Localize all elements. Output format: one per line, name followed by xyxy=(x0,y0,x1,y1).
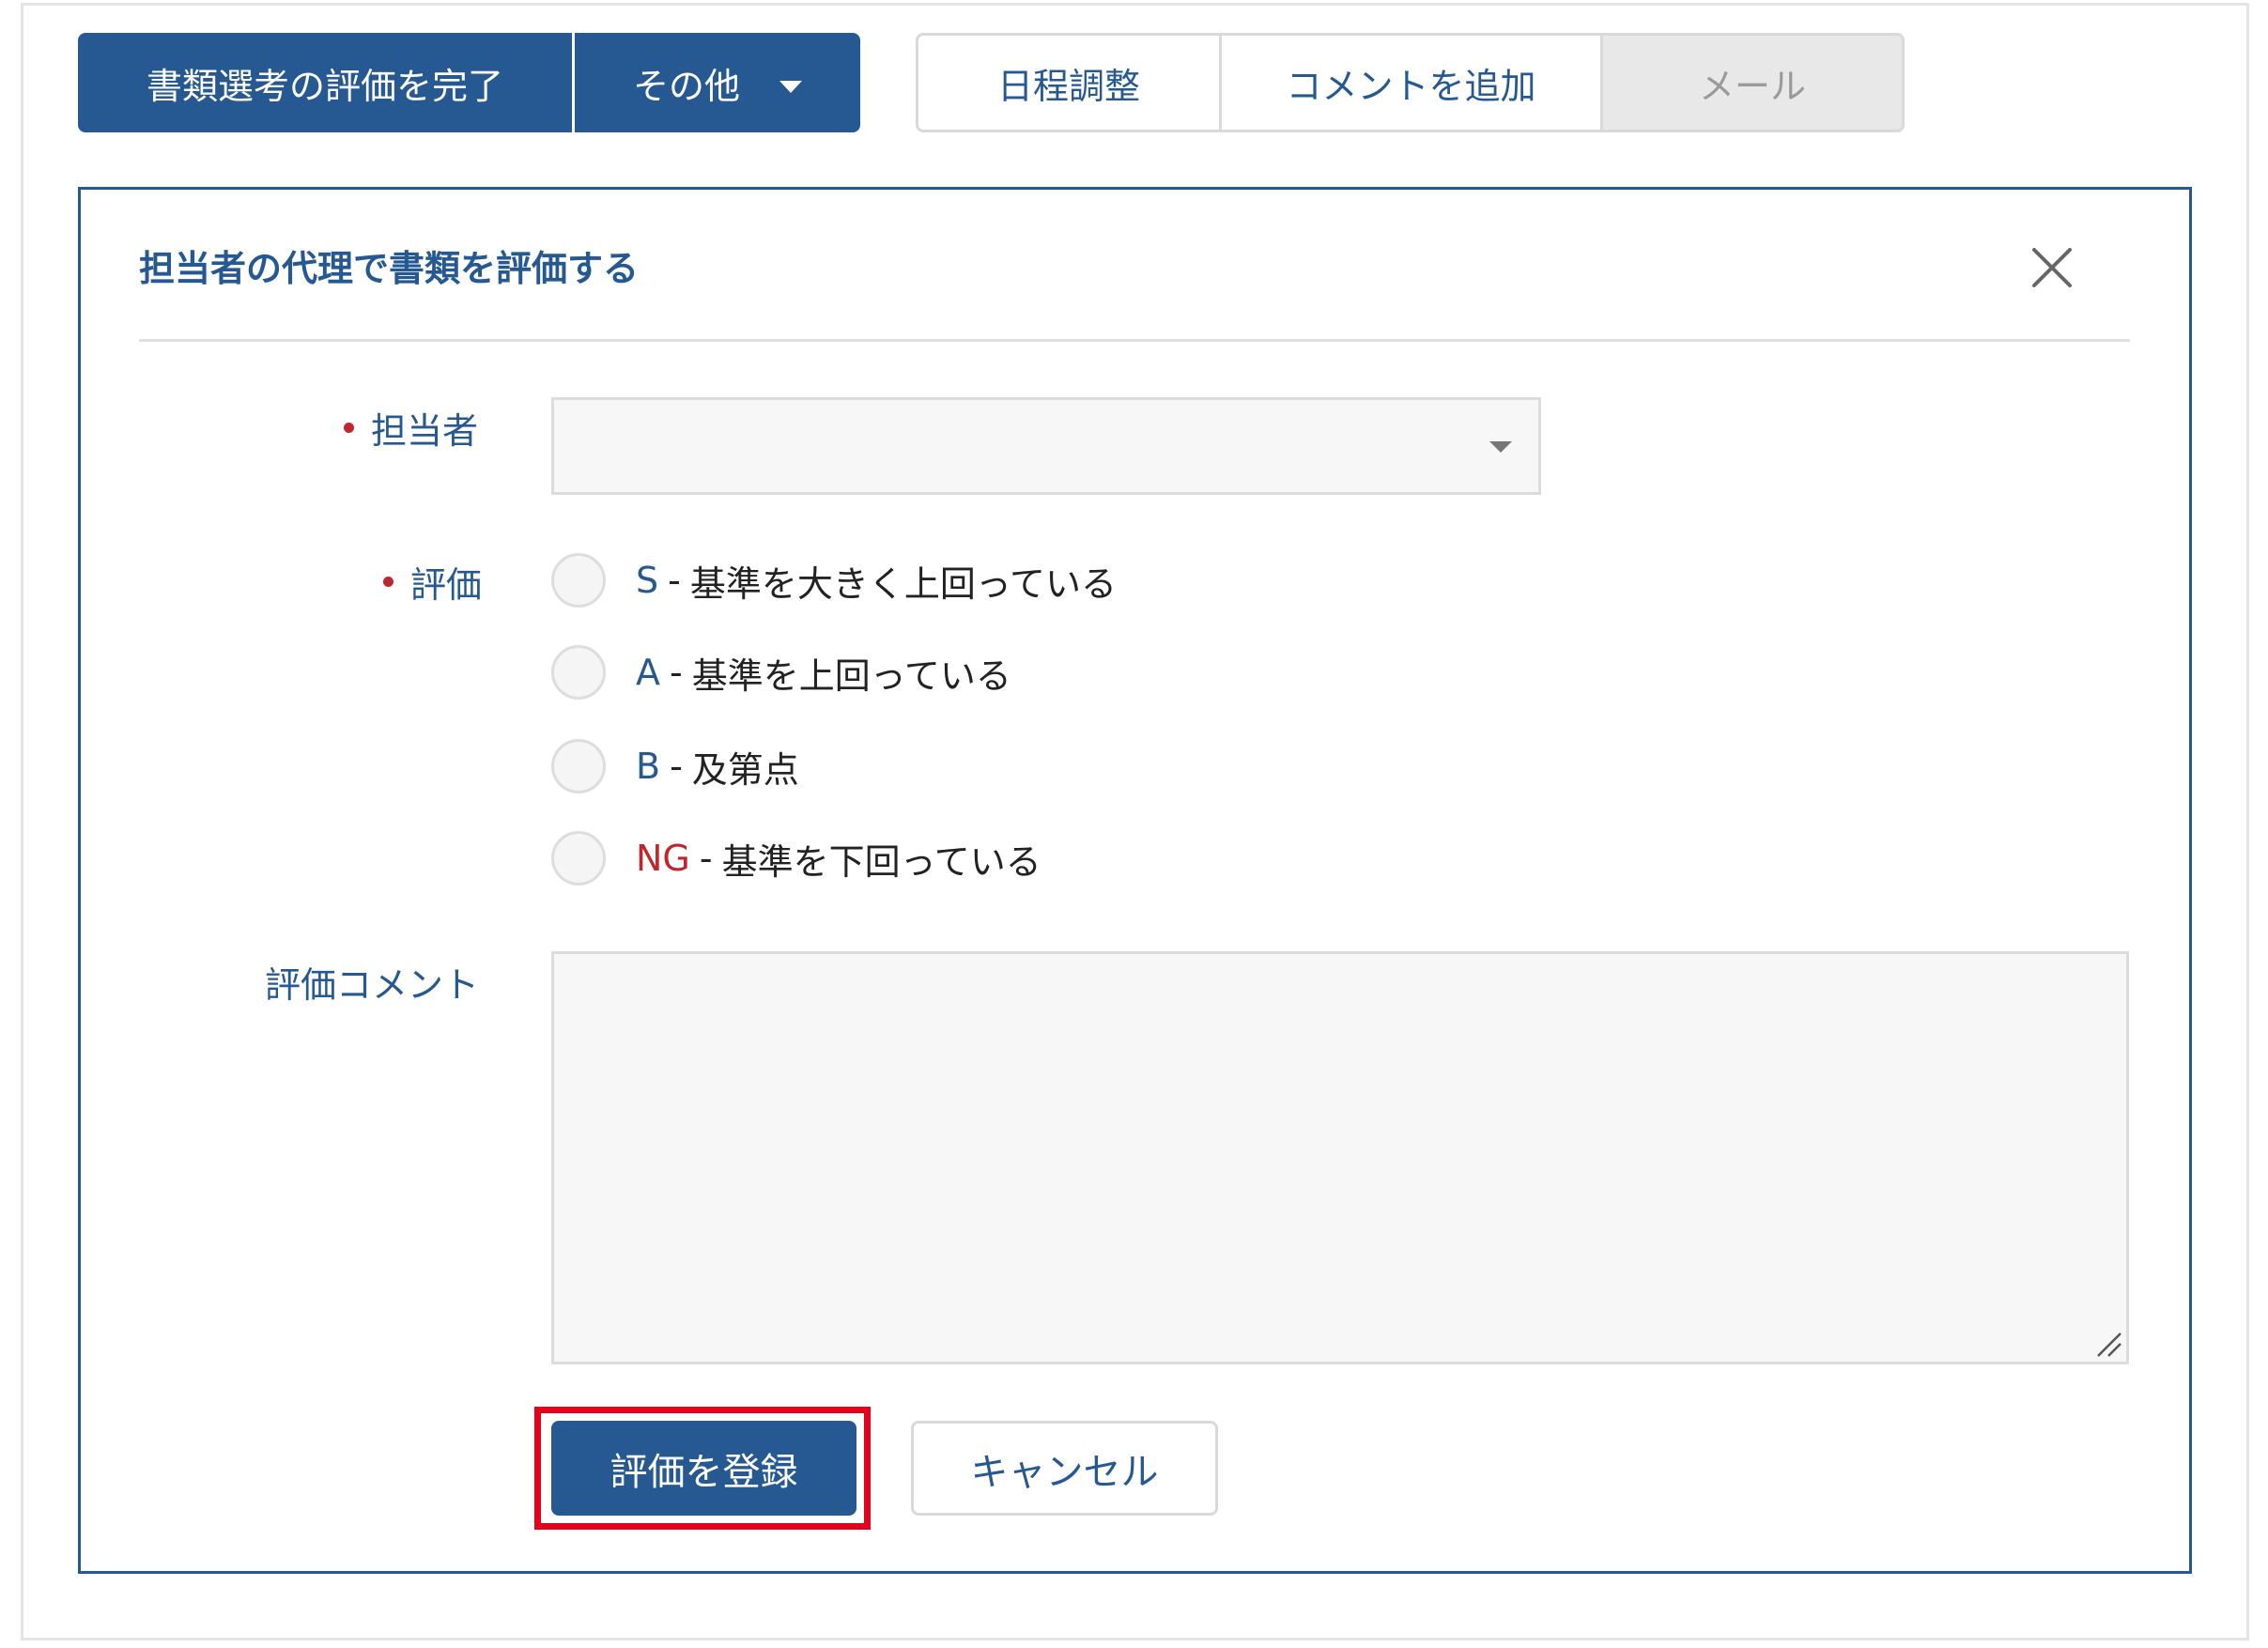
panel-title: 担当者の代理で書類を評価する xyxy=(139,248,640,289)
grade-description: 及第点 xyxy=(691,748,799,791)
assignee-label: 担当者 xyxy=(371,410,479,452)
grade-code: A xyxy=(636,652,660,693)
rating-option-s[interactable]: S - 基準を大きく上回っている xyxy=(551,550,1117,610)
radio-button-ng[interactable] xyxy=(551,831,606,886)
chevron-down-icon xyxy=(779,80,802,93)
radio-button-s[interactable] xyxy=(551,553,606,608)
proxy-evaluation-panel xyxy=(78,187,2192,1574)
chevron-down-icon xyxy=(1489,441,1512,453)
mail-label: メール xyxy=(1698,65,1806,107)
grade-code: NG xyxy=(636,838,690,879)
cancel-label: キャンセル xyxy=(970,1450,1159,1494)
other-dropdown-button[interactable]: その他 xyxy=(575,33,860,132)
mail-button[interactable]: メール xyxy=(1603,36,1902,130)
grade-description: 基準を上回っている xyxy=(691,655,1011,697)
complete-screening-button[interactable]: 書類選考の評価を完了 xyxy=(78,33,575,132)
grade-separator: - xyxy=(668,560,681,601)
assignee-select[interactable] xyxy=(551,397,1541,495)
schedule-button[interactable]: 日程調整 xyxy=(918,36,1222,130)
assignee-field-label: 担当者 xyxy=(344,402,478,454)
radio-button-b[interactable] xyxy=(551,739,606,793)
grade-code: B xyxy=(636,746,661,787)
grade-separator: - xyxy=(670,746,683,787)
grade-separator: - xyxy=(670,652,683,693)
required-indicator xyxy=(383,577,393,587)
grade-code: S xyxy=(636,560,659,601)
grade-description: 基準を下回っている xyxy=(721,840,1041,883)
resize-handle-icon[interactable] xyxy=(2092,1328,2122,1358)
add-comment-label: コメントを追加 xyxy=(1286,65,1536,107)
comment-field-label: 評価コメント xyxy=(265,956,479,1008)
primary-action-group: 書類選考の評価を完了 その他 xyxy=(78,33,860,132)
rating-option-a[interactable]: A - 基準を上回っている xyxy=(551,642,1011,702)
grade-description: 基準を大きく上回っている xyxy=(689,562,1117,605)
grade-separator: - xyxy=(699,838,713,879)
rating-field-label: 評価 xyxy=(383,556,482,608)
rating-option-b[interactable]: B - 及第点 xyxy=(551,736,799,796)
add-comment-button[interactable]: コメントを追加 xyxy=(1222,36,1603,130)
secondary-action-group: 日程調整 コメントを追加 メール xyxy=(916,33,1905,132)
complete-screening-label: 書類選考の評価を完了 xyxy=(146,65,503,107)
comment-textarea[interactable] xyxy=(551,951,2129,1364)
cancel-button[interactable]: キャンセル xyxy=(911,1421,1218,1516)
other-label: その他 xyxy=(632,65,740,107)
close-icon[interactable] xyxy=(2030,246,2074,289)
comment-label: 評価コメント xyxy=(265,964,480,1006)
header-divider xyxy=(139,339,2130,342)
rating-label: 評価 xyxy=(410,564,483,606)
schedule-label: 日程調整 xyxy=(996,65,1140,107)
radio-button-a[interactable] xyxy=(551,645,606,700)
register-label: 評価を登録 xyxy=(609,1450,798,1494)
rating-option-ng[interactable]: NG - 基準を下回っている xyxy=(551,828,1041,888)
register-evaluation-button[interactable]: 評価を登録 xyxy=(551,1421,856,1516)
required-indicator xyxy=(344,423,354,433)
